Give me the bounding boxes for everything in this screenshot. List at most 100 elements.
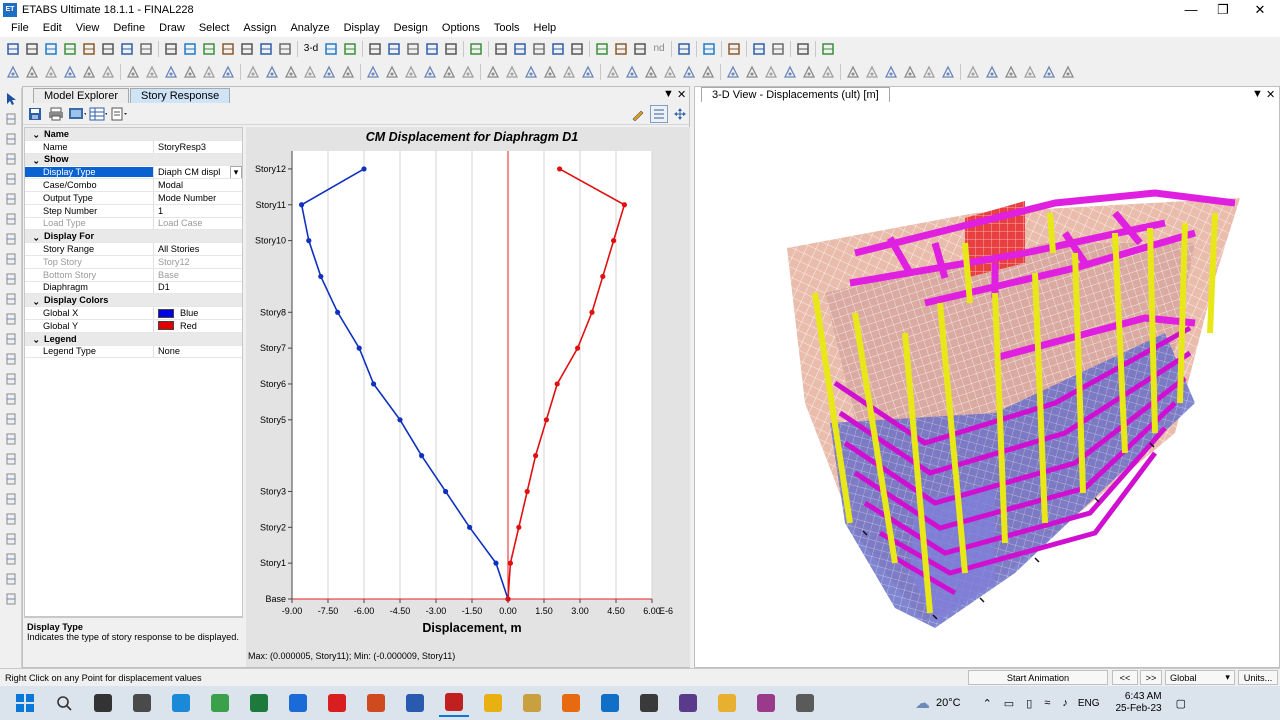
line-style-icon[interactable]	[769, 40, 787, 58]
property-row[interactable]: Output Type Mode Number	[25, 191, 242, 205]
collapse-chevron-icon[interactable]: ⌃	[28, 295, 40, 306]
edit-tool-icon[interactable]	[181, 63, 199, 81]
acrobat-taskbar-icon[interactable]	[322, 689, 352, 717]
panel-close-icon[interactable]: ✕	[677, 88, 686, 101]
joint-icon[interactable]	[511, 40, 529, 58]
property-value[interactable]: Red	[153, 319, 242, 332]
edit-tool-icon[interactable]	[983, 63, 1001, 81]
collapse-chevron-icon[interactable]: ⌃	[28, 128, 40, 139]
move-down-icon[interactable]	[385, 40, 403, 58]
settings-taskbar-icon[interactable]	[634, 689, 664, 717]
windows-taskbar-icon[interactable]	[10, 689, 40, 717]
property-value[interactable]: 1	[153, 204, 242, 217]
pencil-icon[interactable]	[629, 105, 647, 123]
property-value[interactable]: None	[153, 345, 242, 358]
view-dropdown-icon[interactable]: ▼	[1252, 88, 1263, 100]
tab-story-response[interactable]: Story Response	[129, 88, 231, 103]
series-point[interactable]	[600, 273, 606, 280]
menu-display[interactable]: Display	[337, 19, 387, 37]
shell-icon[interactable]	[794, 40, 812, 58]
zoom-all-icon[interactable]	[238, 40, 256, 58]
draw-tool-icon[interactable]	[2, 290, 20, 308]
column-icon[interactable]	[568, 40, 586, 58]
assign-icon[interactable]	[700, 40, 718, 58]
menu-draw[interactable]: Draw	[152, 19, 192, 37]
chevron-up-icon[interactable]: ⌃	[983, 697, 992, 710]
series-point[interactable]	[419, 453, 425, 459]
draw-tool-icon[interactable]	[2, 430, 20, 448]
color-swatch[interactable]	[158, 308, 174, 318]
draw-tool-icon[interactable]	[2, 550, 20, 568]
edit-tool-icon[interactable]	[23, 63, 41, 81]
lock-icon[interactable]	[118, 40, 136, 58]
edit-tool-icon[interactable]	[383, 63, 401, 81]
edit-tool-icon[interactable]	[440, 63, 458, 81]
rubber-band-icon[interactable]	[276, 40, 294, 58]
edit-tool-icon[interactable]	[1021, 63, 1039, 81]
edit-tool-icon[interactable]	[80, 63, 98, 81]
wifi-icon[interactable]: ≈	[1044, 697, 1050, 709]
series-point[interactable]	[306, 238, 312, 244]
edit-tool-icon[interactable]	[800, 63, 818, 81]
collapse-chevron-icon[interactable]: ⌃	[28, 333, 40, 344]
property-value[interactable]: D1	[153, 281, 242, 294]
series-point[interactable]	[318, 273, 324, 280]
draw-tool-icon[interactable]	[2, 470, 20, 488]
edit-tool-icon[interactable]	[143, 63, 161, 81]
move-up-icon[interactable]	[366, 40, 384, 58]
draw-tool-icon[interactable]	[819, 40, 837, 58]
powerpoint-taskbar-icon[interactable]	[361, 689, 391, 717]
firefox-taskbar-icon[interactable]	[556, 689, 586, 717]
edit-tool-icon[interactable]	[484, 63, 502, 81]
edit-tool-icon[interactable]	[421, 63, 439, 81]
property-row[interactable]: Diaphragm D1	[25, 281, 242, 295]
brace-icon[interactable]	[593, 40, 611, 58]
elevation-icon[interactable]	[442, 40, 460, 58]
pencil-icon[interactable]	[99, 40, 117, 58]
edit-tool-icon[interactable]	[402, 63, 420, 81]
edit-tool-icon[interactable]	[901, 63, 919, 81]
edit-tool-icon[interactable]	[61, 63, 79, 81]
menu-analyze[interactable]: Analyze	[283, 19, 336, 37]
edit-tool-icon[interactable]	[503, 63, 521, 81]
property-value[interactable]: Mode Number	[153, 191, 242, 204]
edit-tool-icon[interactable]	[604, 63, 622, 81]
3d-view-tab[interactable]: 3-D View - Displacements (ult) [m]	[701, 87, 890, 102]
edit-tool-icon[interactable]	[882, 63, 900, 81]
property-row[interactable]: Step Number 1	[25, 204, 242, 218]
series-point[interactable]	[361, 166, 367, 172]
windowsapp-taskbar-icon[interactable]	[790, 689, 820, 717]
plan-view-icon[interactable]	[404, 40, 422, 58]
property-group[interactable]: ⌃ Display Colors	[25, 294, 242, 308]
file-options-icon[interactable]	[110, 105, 128, 123]
zoom-in-icon[interactable]	[181, 40, 199, 58]
coord-system-dropdown[interactable]: Global ▾	[1165, 670, 1235, 685]
edit-tool-icon[interactable]	[819, 63, 837, 81]
edit-tool-icon[interactable]	[320, 63, 338, 81]
series-point[interactable]	[524, 488, 530, 495]
draw-tool-icon[interactable]	[2, 490, 20, 508]
pan-icon[interactable]	[671, 105, 689, 123]
draw-tool-icon[interactable]	[2, 370, 20, 388]
edit-tool-icon[interactable]	[124, 63, 142, 81]
edit-tool-icon[interactable]	[99, 63, 117, 81]
open-icon[interactable]	[23, 40, 41, 58]
series-point[interactable]	[533, 453, 539, 459]
edit-tool-icon[interactable]	[219, 63, 237, 81]
draw-tool-icon[interactable]	[2, 310, 20, 328]
volume-icon[interactable]: ♪	[1062, 697, 1068, 709]
property-row[interactable]: Top Story Story12	[25, 255, 242, 269]
view-close-icon[interactable]: ✕	[1266, 88, 1275, 101]
edit-tool-icon[interactable]	[263, 63, 281, 81]
edit-tool-icon[interactable]	[781, 63, 799, 81]
draw-tool-icon[interactable]	[2, 130, 20, 148]
series-point[interactable]	[516, 524, 522, 530]
property-row[interactable]: Load Type Load Case	[25, 217, 242, 231]
series-point[interactable]	[443, 488, 449, 495]
frame-icon[interactable]	[492, 40, 510, 58]
property-value[interactable]: Modal	[153, 179, 242, 191]
series-point[interactable]	[505, 596, 511, 602]
nd-text[interactable]: nd	[650, 40, 668, 58]
edit-tool-icon[interactable]	[301, 63, 319, 81]
pan-icon[interactable]	[257, 40, 275, 58]
